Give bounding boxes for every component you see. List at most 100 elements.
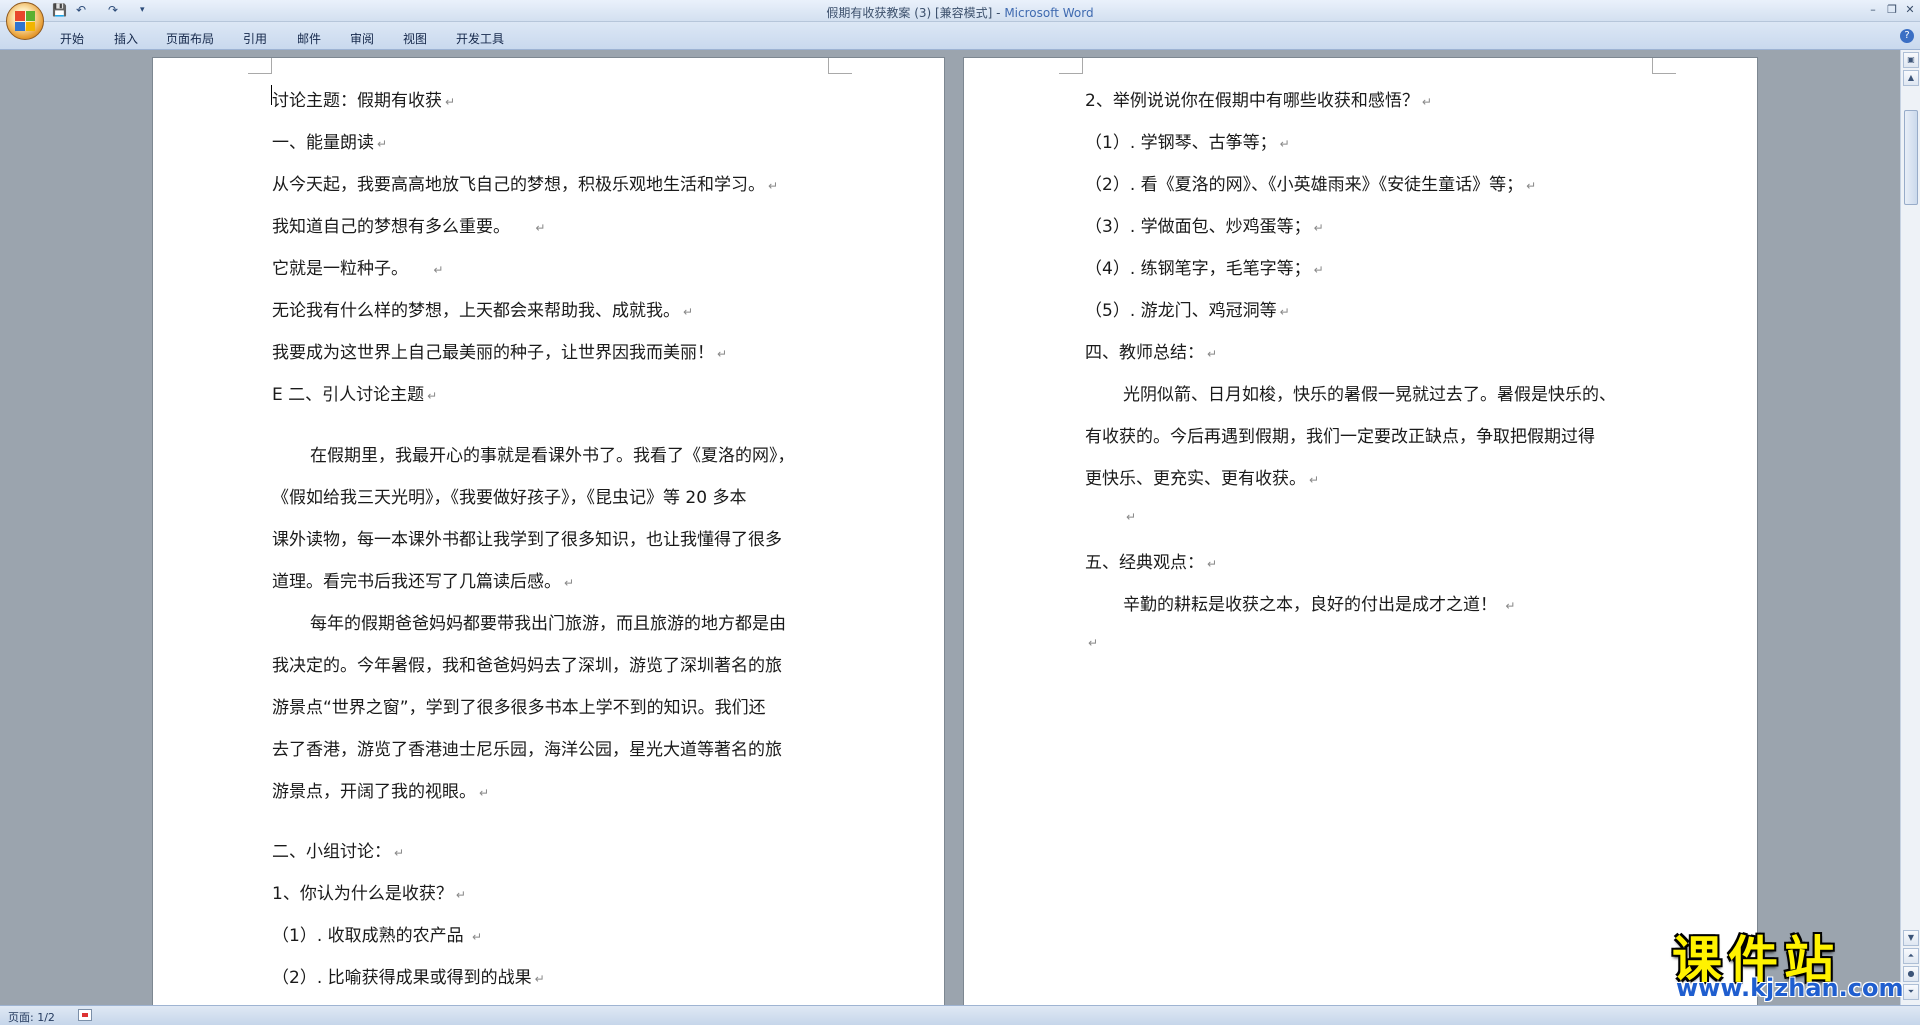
tab-mailings[interactable]: 邮件: [297, 30, 321, 47]
line-text: 2、举例说说你在假期中有哪些收获和感悟？: [1085, 91, 1419, 111]
doc-line[interactable]: （3）. 学做面包、炒鸡蛋等； ↵: [1085, 212, 1324, 237]
doc-line[interactable]: 在假期里，我最开心的事就是看课外书了。我看了《夏洛的网》，: [310, 441, 795, 466]
doc-line[interactable]: 五、经典观点： ↵: [1085, 548, 1217, 573]
doc-line[interactable]: 每年的假期爸爸妈妈都要带我出门旅游，而且旅游的地方都是由: [310, 609, 786, 634]
doc-line[interactable]: 讨论主题：假期有收获 ↵: [272, 86, 455, 111]
line-text: 去了香港，游览了香港迪士尼乐园，海洋公园，星光大道等著名的旅: [272, 740, 782, 760]
app-name: Microsoft Word: [1004, 6, 1094, 20]
paragraph-mark-icon: ↵: [1313, 221, 1324, 235]
doc-line[interactable]: 从今天起，我要高高地放飞自己的梦想，积极乐观地生活和学习。 ↵: [272, 170, 778, 195]
scroll-down-icon[interactable]: ▼: [1903, 930, 1919, 946]
line-text: 二、小组讨论：: [272, 842, 391, 862]
doc-line[interactable]: 1、你认为什么是收获？ ↵: [272, 879, 466, 904]
paragraph-mark-icon: ↵: [427, 389, 438, 403]
paragraph-mark-icon: ↵: [683, 305, 694, 319]
tab-insert[interactable]: 插入: [114, 30, 138, 47]
line-text: 从今天起，我要高高地放飞自己的梦想，积极乐观地生活和学习。: [272, 175, 765, 195]
line-text: 每年的假期爸爸妈妈都要带我出门旅游，而且旅游的地方都是由: [310, 614, 786, 634]
paragraph-mark-icon: ↵: [1313, 263, 1324, 277]
doc-line[interactable]: （4）. 练钢笔字，毛笔字等； ↵: [1085, 254, 1324, 279]
doc-line[interactable]: E 二、引人讨论主题 ↵: [272, 380, 437, 405]
paragraph-mark-icon: ↵: [394, 846, 405, 860]
office-logo-icon: [15, 11, 35, 31]
page-2[interactable]: 2、举例说说你在假期中有哪些收获和感悟？ ↵ （1）. 学钢琴、古筝等； ↵ （2）…: [963, 57, 1758, 1005]
doc-line[interactable]: （1）. 学钢琴、古筝等； ↵: [1085, 128, 1290, 153]
doc-line[interactable]: 2、举例说说你在假期中有哪些收获和感悟？ ↵: [1085, 86, 1432, 111]
line-text: 它就是一粒种子。: [272, 259, 414, 279]
line-text: （2）. 看《夏洛的网》、《小英雄雨来》《安徒生童话》等；: [1085, 175, 1524, 195]
tab-review[interactable]: 审阅: [350, 30, 374, 47]
next-page-icon[interactable]: ⏷: [1903, 984, 1919, 1000]
line-text: 游景点“世界之窗”，学到了很多很多书本上学不到的知识。我们还: [272, 698, 766, 718]
doc-line[interactable]: 无论我有什么样的梦想，上天都会来帮助我、成就我。 ↵: [272, 296, 693, 321]
page-count[interactable]: 页面: 1/2: [8, 1009, 55, 1025]
scroll-up-icon[interactable]: ▲: [1903, 70, 1919, 86]
line-text: （3）. 学做面包、炒鸡蛋等；: [1085, 217, 1311, 237]
doc-line[interactable]: 我知道自己的梦想有多么重要。 ↵: [272, 212, 545, 237]
paragraph-mark-icon: ↵: [377, 137, 388, 151]
paragraph-mark-icon: ↵: [433, 263, 444, 277]
line-text: 我决定的。今年暑假，我和爸爸妈妈去了深圳，游览了深圳著名的旅: [272, 656, 782, 676]
vertical-scrollbar[interactable]: ▣ ▲ ▼ ⏶ ● ⏷: [1900, 50, 1920, 1005]
restore-button[interactable]: ❐: [1883, 2, 1901, 18]
document-title: 假期有收获教案 (3) [兼容模式] -: [826, 6, 1005, 20]
tab-view[interactable]: 视图: [403, 30, 427, 47]
doc-line[interactable]: 我要成为这世界上自己最美丽的种子，让世界因我而美丽！ ↵: [272, 338, 727, 363]
doc-line[interactable]: 辛勤的耕耘是收获之本，良好的付出是成才之道！ ↵: [1123, 590, 1515, 615]
doc-line[interactable]: 游景点，开阔了我的视眼。 ↵: [272, 777, 489, 802]
doc-line[interactable]: （1）. 收取成熟的农产品 ↵: [272, 921, 482, 946]
doc-line[interactable]: 游景点“世界之窗”，学到了很多很多书本上学不到的知识。我们还: [272, 693, 766, 718]
close-button[interactable]: ✕: [1901, 2, 1919, 18]
page-1[interactable]: 讨论主题：假期有收获 ↵ 一、能量朗读 ↵ 从今天起，我要高高地放飞自己的梦想，积极…: [152, 57, 945, 1005]
office-button[interactable]: [6, 2, 44, 40]
scroll-thumb[interactable]: [1904, 110, 1918, 205]
paragraph-mark-icon: ↵: [1505, 599, 1516, 613]
doc-line[interactable]: 道理。看完书后我还写了几篇读后感。 ↵: [272, 567, 574, 592]
watermark-url: www.kjzhan.com: [1676, 974, 1904, 1002]
doc-line[interactable]: ↵: [1123, 506, 1136, 526]
doc-line[interactable]: 光阴似箭、日月如梭，快乐的暑假一晃就过去了。暑假是快乐的、: [1123, 380, 1616, 405]
line-text: 1、你认为什么是收获？: [272, 884, 453, 904]
tab-developer[interactable]: 开发工具: [456, 30, 504, 47]
line-text: 光阴似箭、日月如梭，快乐的暑假一晃就过去了。暑假是快乐的、: [1123, 385, 1616, 405]
doc-line[interactable]: ↵: [1085, 632, 1098, 652]
doc-line[interactable]: 去了香港，游览了香港迪士尼乐园，海洋公园，星光大道等著名的旅: [272, 735, 782, 760]
doc-line[interactable]: 一、能量朗读 ↵: [272, 128, 387, 153]
doc-line[interactable]: 《假如给我三天光明》，《我要做好孩子》，《昆虫记》等 20 多本: [272, 483, 746, 508]
tab-home[interactable]: 开始: [60, 30, 84, 47]
doc-line[interactable]: （5）. 游龙门、鸡冠洞等 ↵: [1085, 296, 1290, 321]
select-browse-object-icon[interactable]: ●: [1903, 966, 1919, 982]
doc-line[interactable]: 它就是一粒种子。 ↵: [272, 254, 443, 279]
doc-line[interactable]: 有收获的。今后再遇到假期，我们一定要改正缺点，争取把假期过得: [1085, 422, 1595, 447]
ribbon-tabs: 开始 插入 页面布局 引用 邮件 审阅 视图 开发工具 ?: [0, 22, 1920, 50]
paragraph-mark-icon: ↵: [479, 786, 490, 800]
line-text: 四、教师总结：: [1085, 343, 1204, 363]
tab-references[interactable]: 引用: [243, 30, 267, 47]
line-text: （2）. 比喻获得成果或得到的战果: [272, 968, 532, 988]
line-text: （4）. 练钢笔字，毛笔字等；: [1085, 259, 1311, 279]
line-text: 课外读物，每一本课外书都让我学到了很多知识，也让我懂得了很多: [272, 530, 782, 550]
paragraph-mark-icon: ↵: [535, 221, 546, 235]
proofing-icon[interactable]: [78, 1009, 92, 1021]
margin-corner-mark: [1652, 58, 1676, 74]
line-text: （1）. 学钢琴、古筝等；: [1085, 133, 1277, 153]
line-text: 《假如给我三天光明》，《我要做好孩子》，《昆虫记》等 20 多本: [272, 488, 747, 508]
doc-line[interactable]: 二、小组讨论： ↵: [272, 837, 404, 862]
doc-line[interactable]: （2）. 看《夏洛的网》、《小英雄雨来》《安徒生童话》等； ↵: [1085, 170, 1536, 195]
ruler-toggle-icon[interactable]: ▣: [1903, 52, 1919, 68]
doc-line[interactable]: 课外读物，每一本课外书都让我学到了很多知识，也让我懂得了很多: [272, 525, 782, 550]
doc-line[interactable]: 四、教师总结： ↵: [1085, 338, 1217, 363]
previous-page-icon[interactable]: ⏶: [1903, 948, 1919, 964]
paragraph-mark-icon: ↵: [1279, 305, 1290, 319]
help-icon[interactable]: ?: [1900, 29, 1914, 43]
doc-line[interactable]: 更快乐、更充实、更有收获。 ↵: [1085, 464, 1319, 489]
minimize-button[interactable]: –: [1864, 2, 1882, 18]
doc-line[interactable]: 我决定的。今年暑假，我和爸爸妈妈去了深圳，游览了深圳著名的旅: [272, 651, 782, 676]
paragraph-mark-icon: ↵: [1207, 557, 1218, 571]
status-bar: 页面: 1/2: [0, 1005, 1920, 1025]
doc-line[interactable]: （2）. 比喻获得成果或得到的战果 ↵: [272, 963, 545, 988]
document-workspace[interactable]: 讨论主题：假期有收获 ↵ 一、能量朗读 ↵ 从今天起，我要高高地放飞自己的梦想，积极…: [0, 50, 1900, 1005]
paragraph-mark-icon: ↵: [1309, 473, 1320, 487]
line-text: 辛勤的耕耘是收获之本，良好的付出是成才之道！: [1123, 595, 1503, 615]
tab-page-layout[interactable]: 页面布局: [166, 30, 214, 47]
